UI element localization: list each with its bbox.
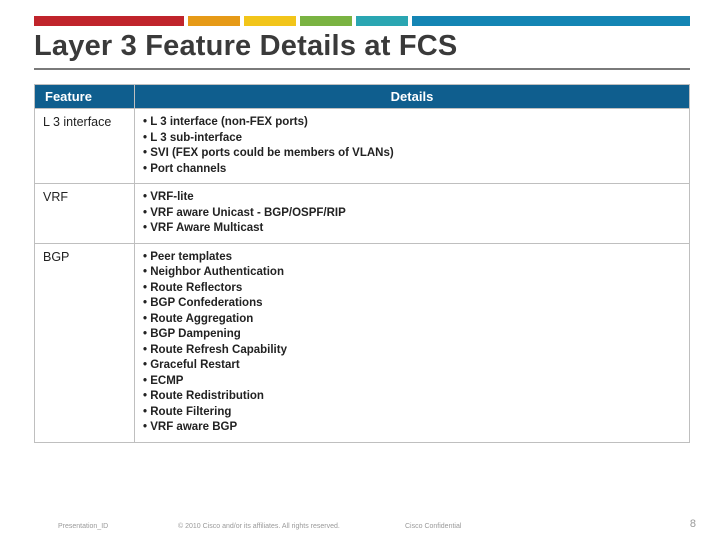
table-row: L 3 interface L 3 interface (non-FEX por… [35,109,690,184]
stripe-teal [356,16,408,26]
feature-name-cell: BGP [35,243,135,442]
list-item: Neighbor Authentication [143,265,681,281]
col-header-details: Details [135,85,690,109]
list-item: Route Aggregation [143,312,681,328]
detail-list: Peer templates Neighbor Authentication R… [143,250,681,436]
list-item: VRF Aware Multicast [143,221,681,237]
feature-name-cell: L 3 interface [35,109,135,184]
list-item: SVI (FEX ports could be members of VLANs… [143,146,681,162]
stripe-yellow [244,16,296,26]
brand-stripe [0,16,720,26]
list-item: VRF aware BGP [143,420,681,436]
confidential-text: Cisco Confidential [405,523,461,530]
feature-table: Feature Details L 3 interface L 3 interf… [34,84,690,443]
list-item: L 3 interface (non-FEX ports) [143,115,681,131]
table-header-row: Feature Details [35,85,690,109]
list-item: Route Refresh Capability [143,343,681,359]
slide: Layer 3 Feature Details at FCS Feature D… [0,0,720,540]
stripe-red [34,16,184,26]
list-item: BGP Dampening [143,327,681,343]
list-item: Graceful Restart [143,358,681,374]
feature-details-cell: VRF-lite VRF aware Unicast - BGP/OSPF/RI… [135,184,690,244]
copyright-text: © 2010 Cisco and/or its affiliates. All … [178,523,340,530]
list-item: Port channels [143,162,681,178]
feature-details-cell: Peer templates Neighbor Authentication R… [135,243,690,442]
feature-name: VRF [43,190,68,204]
feature-details-cell: L 3 interface (non-FEX ports) L 3 sub-in… [135,109,690,184]
feature-name: L 3 interface [43,115,111,129]
feature-name: BGP [43,250,69,264]
presentation-id: Presentation_ID [58,523,108,530]
list-item: L 3 sub-interface [143,131,681,147]
detail-list: L 3 interface (non-FEX ports) L 3 sub-in… [143,115,681,177]
list-item: ECMP [143,374,681,390]
list-item: BGP Confederations [143,296,681,312]
title-rule [34,68,690,70]
stripe-blue [412,16,690,26]
col-header-feature: Feature [35,85,135,109]
feature-name-cell: VRF [35,184,135,244]
stripe-green [300,16,352,26]
table-row: VRF VRF-lite VRF aware Unicast - BGP/OSP… [35,184,690,244]
slide-title: Layer 3 Feature Details at FCS [34,30,457,63]
list-item: Route Filtering [143,405,681,421]
table-row: BGP Peer templates Neighbor Authenticati… [35,243,690,442]
list-item: VRF aware Unicast - BGP/OSPF/RIP [143,206,681,222]
detail-list: VRF-lite VRF aware Unicast - BGP/OSPF/RI… [143,190,681,237]
list-item: Route Redistribution [143,389,681,405]
slide-footer: Presentation_ID © 2010 Cisco and/or its … [0,514,720,530]
list-item: Route Reflectors [143,281,681,297]
stripe-orange [188,16,240,26]
list-item: Peer templates [143,250,681,266]
page-number: 8 [690,518,696,530]
list-item: VRF-lite [143,190,681,206]
